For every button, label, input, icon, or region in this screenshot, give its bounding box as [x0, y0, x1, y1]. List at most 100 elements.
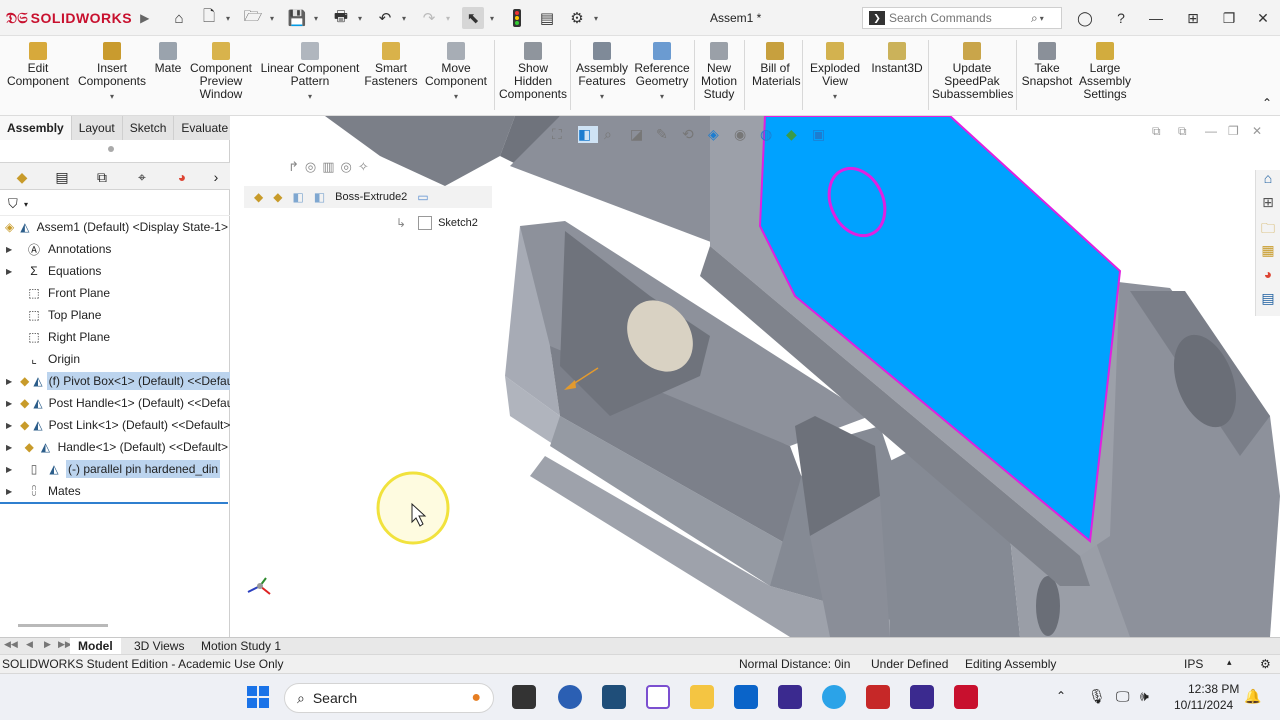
expand-arrow-icon[interactable]: ▶ — [6, 399, 12, 408]
first-tab-arrow-icon[interactable]: ◀◀ — [4, 639, 18, 650]
tree-item-front-plane[interactable]: ⬚ Front Plane — [0, 282, 230, 304]
parallel-mate-icon[interactable]: ▥ — [322, 159, 334, 175]
chevron-down-icon[interactable]: ▾ — [574, 90, 630, 103]
collapse-ribbon-icon[interactable]: ⌃ — [1262, 96, 1272, 110]
menu-arrow-icon[interactable]: ▶ — [140, 11, 149, 25]
expand-arrow-icon[interactable]: ▶ — [6, 377, 12, 386]
panel-splitter-handle[interactable] — [108, 146, 114, 152]
edge-icon[interactable] — [822, 685, 846, 709]
zoom-to-area-icon[interactable]: ◧ — [578, 125, 598, 143]
minimize-icon[interactable]: — — [1145, 8, 1167, 28]
close-icon[interactable]: ✕ — [1252, 8, 1274, 28]
insert-components-button[interactable]: Insert Components ▾ — [76, 40, 148, 103]
notifications-bell-icon[interactable]: 🔔 — [1244, 688, 1261, 705]
move-component-button[interactable]: Move Component ▾ — [422, 40, 490, 103]
design-library-icon[interactable]: ⊞ — [1256, 194, 1280, 218]
tab-assembly[interactable]: Assembly — [0, 116, 72, 140]
next-tab-arrow-icon[interactable]: ▶ — [44, 639, 51, 650]
take-snapshot-button[interactable]: Take Snapshot — [1020, 40, 1074, 88]
mate-button[interactable]: Mate — [150, 40, 186, 75]
bill-of-materials-button[interactable]: Bill of Materials — [752, 40, 801, 88]
account-icon[interactable]: ◯ — [1074, 8, 1096, 28]
chevron-right-icon[interactable]: › — [206, 167, 226, 187]
print-icon[interactable]: 🖶 — [330, 7, 352, 29]
assembly-features-button[interactable]: Assembly Features ▾ — [574, 40, 630, 103]
tree-item-equations[interactable]: ▶ Σ Equations — [0, 260, 230, 282]
breadcrumb-feature[interactable]: Boss-Extrude2 — [335, 191, 407, 203]
tree-item-annotations[interactable]: ▶ Ⓐ Annotations — [0, 238, 230, 260]
minimize-icon[interactable]: — — [1205, 124, 1217, 138]
tree-item-pivot-box[interactable]: ▶ ◆ ◭ (f) Pivot Box<1> (Default) <<Defau… — [0, 370, 230, 392]
tile-windows-icon[interactable]: ⊞ — [1182, 8, 1204, 28]
chevron-down-icon[interactable]: ▾ — [226, 14, 234, 23]
propertymanager-tab-icon[interactable]: ▤ — [52, 167, 72, 187]
previous-view-icon[interactable]: ⌕ — [604, 126, 624, 143]
horizontal-scrollbar[interactable] — [18, 624, 108, 627]
tab-layout[interactable]: Layout — [71, 116, 123, 140]
next-window-icon[interactable]: ⧉ — [1178, 124, 1187, 139]
chevron-down-icon[interactable]: ▾ — [632, 90, 692, 103]
chevron-down-icon[interactable]: ▾ — [24, 200, 28, 209]
previous-window-icon[interactable]: ⧉ — [1152, 124, 1161, 139]
zoom-to-fit-icon[interactable]: ⛶ — [552, 126, 572, 143]
close-icon[interactable]: ✕ — [1252, 124, 1262, 138]
appearances-icon[interactable]: ◕ — [1256, 266, 1280, 290]
search-commands-input[interactable] — [889, 11, 1029, 25]
reference-geometry-button[interactable]: Reference Geometry ▾ — [632, 40, 692, 103]
tree-item-top-plane[interactable]: ⬚ Top Plane — [0, 304, 230, 326]
face-icon[interactable]: ▭ — [417, 190, 428, 204]
task-view-icon[interactable] — [512, 685, 536, 709]
app-icon[interactable] — [910, 685, 934, 709]
tree-root-assembly[interactable]: ◈ ◭ Assem1 (Default) <Display State-1> — [0, 216, 230, 238]
view-palette-icon[interactable]: ▦ — [1256, 242, 1280, 266]
update-speedpak-button[interactable]: Update SpeedPak Subassemblies — [932, 40, 1013, 101]
go-to-parent-icon[interactable]: ↱ — [288, 159, 299, 175]
tree-item-mates[interactable]: ▶ ⩇ Mates — [0, 480, 230, 502]
apply-scene-icon[interactable]: ◆ — [786, 126, 806, 143]
taskbar-search[interactable]: ⌕ Search ● — [284, 683, 494, 713]
dynamic-annotation-icon[interactable]: ✎ — [656, 126, 676, 143]
smart-fasteners-button[interactable]: Smart Fasteners — [364, 40, 418, 88]
tangent-mate-icon[interactable]: ◎ — [341, 159, 352, 175]
expand-arrow-icon[interactable]: ▶ — [6, 443, 15, 452]
chevron-down-icon[interactable]: ▾ — [1040, 14, 1044, 23]
exploded-view-button[interactable]: Exploded View ▾ — [806, 40, 864, 103]
configurationmanager-tab-icon[interactable]: ⧉ — [92, 167, 112, 187]
part-icon[interactable]: ◆ — [273, 190, 282, 204]
hide-show-items-icon[interactable]: ◉ — [734, 126, 754, 143]
solidworks-logo[interactable]: 𝔇𝔖 SOLIDWORKS ▶ — [6, 8, 149, 28]
restore-icon[interactable]: ❐ — [1218, 8, 1240, 28]
open-folder-icon[interactable]: 🗁 — [242, 7, 264, 29]
concentric-mate-icon[interactable]: ◎ — [305, 159, 316, 175]
chevron-down-icon[interactable]: ▾ — [402, 14, 410, 23]
snipping-tool-icon[interactable] — [646, 685, 670, 709]
rollback-bar[interactable] — [0, 502, 228, 504]
file-properties-icon[interactable]: ▤ — [536, 7, 558, 29]
chevron-down-icon[interactable]: ▾ — [314, 14, 322, 23]
dimxpertmanager-tab-icon[interactable]: ⌖ — [132, 167, 152, 187]
component-preview-window-button[interactable]: Component Preview Window — [188, 40, 254, 101]
graphics-area[interactable]: ⛶ ◧ ⌕ ◪ ✎ ⟲ ◈ ◉ ◍ ◆ ▣ ⧉ ⧉ — ❐ ✕ ↱ ◎ ▥ ◎ … — [230, 116, 1280, 637]
network-icon[interactable]: 🖵 — [1116, 688, 1130, 705]
breadcrumb-sketch[interactable]: Sketch2 — [438, 217, 478, 229]
chevron-down-icon[interactable]: ▾ — [594, 14, 602, 23]
app-icon[interactable] — [558, 685, 582, 709]
tab-motion-study[interactable]: Motion Study 1 — [193, 638, 289, 655]
expand-arrow-icon[interactable]: ▶ — [6, 465, 18, 474]
filter-icon[interactable]: ⛉ — [8, 196, 18, 212]
large-assembly-settings-button[interactable]: Large Assembly Settings — [1076, 40, 1134, 101]
previous-tab-arrow-icon[interactable]: ◀ — [26, 639, 33, 650]
clock-time[interactable]: 12:38 PM — [1188, 682, 1239, 696]
chevron-up-icon[interactable]: ▴ — [1227, 657, 1232, 668]
tree-item-right-plane[interactable]: ⬚ Right Plane — [0, 326, 230, 348]
units-selector[interactable]: IPS — [1184, 657, 1203, 671]
view-settings-icon[interactable]: ▣ — [812, 126, 832, 143]
tree-item-handle[interactable]: ▶ ◆ ◭ Handle<1> (Default) <<Default> — [0, 436, 230, 458]
microphone-icon[interactable]: 🎙 — [1088, 688, 1106, 705]
expand-arrow-icon[interactable]: ▶ — [6, 245, 18, 254]
restore-icon[interactable]: ❐ — [1228, 124, 1239, 138]
expand-arrow-icon[interactable]: ▶ — [6, 421, 12, 430]
edit-appearance-icon[interactable]: ◍ — [760, 126, 780, 143]
app-icon[interactable] — [778, 685, 802, 709]
chevron-down-icon[interactable]: ▾ — [446, 14, 454, 23]
